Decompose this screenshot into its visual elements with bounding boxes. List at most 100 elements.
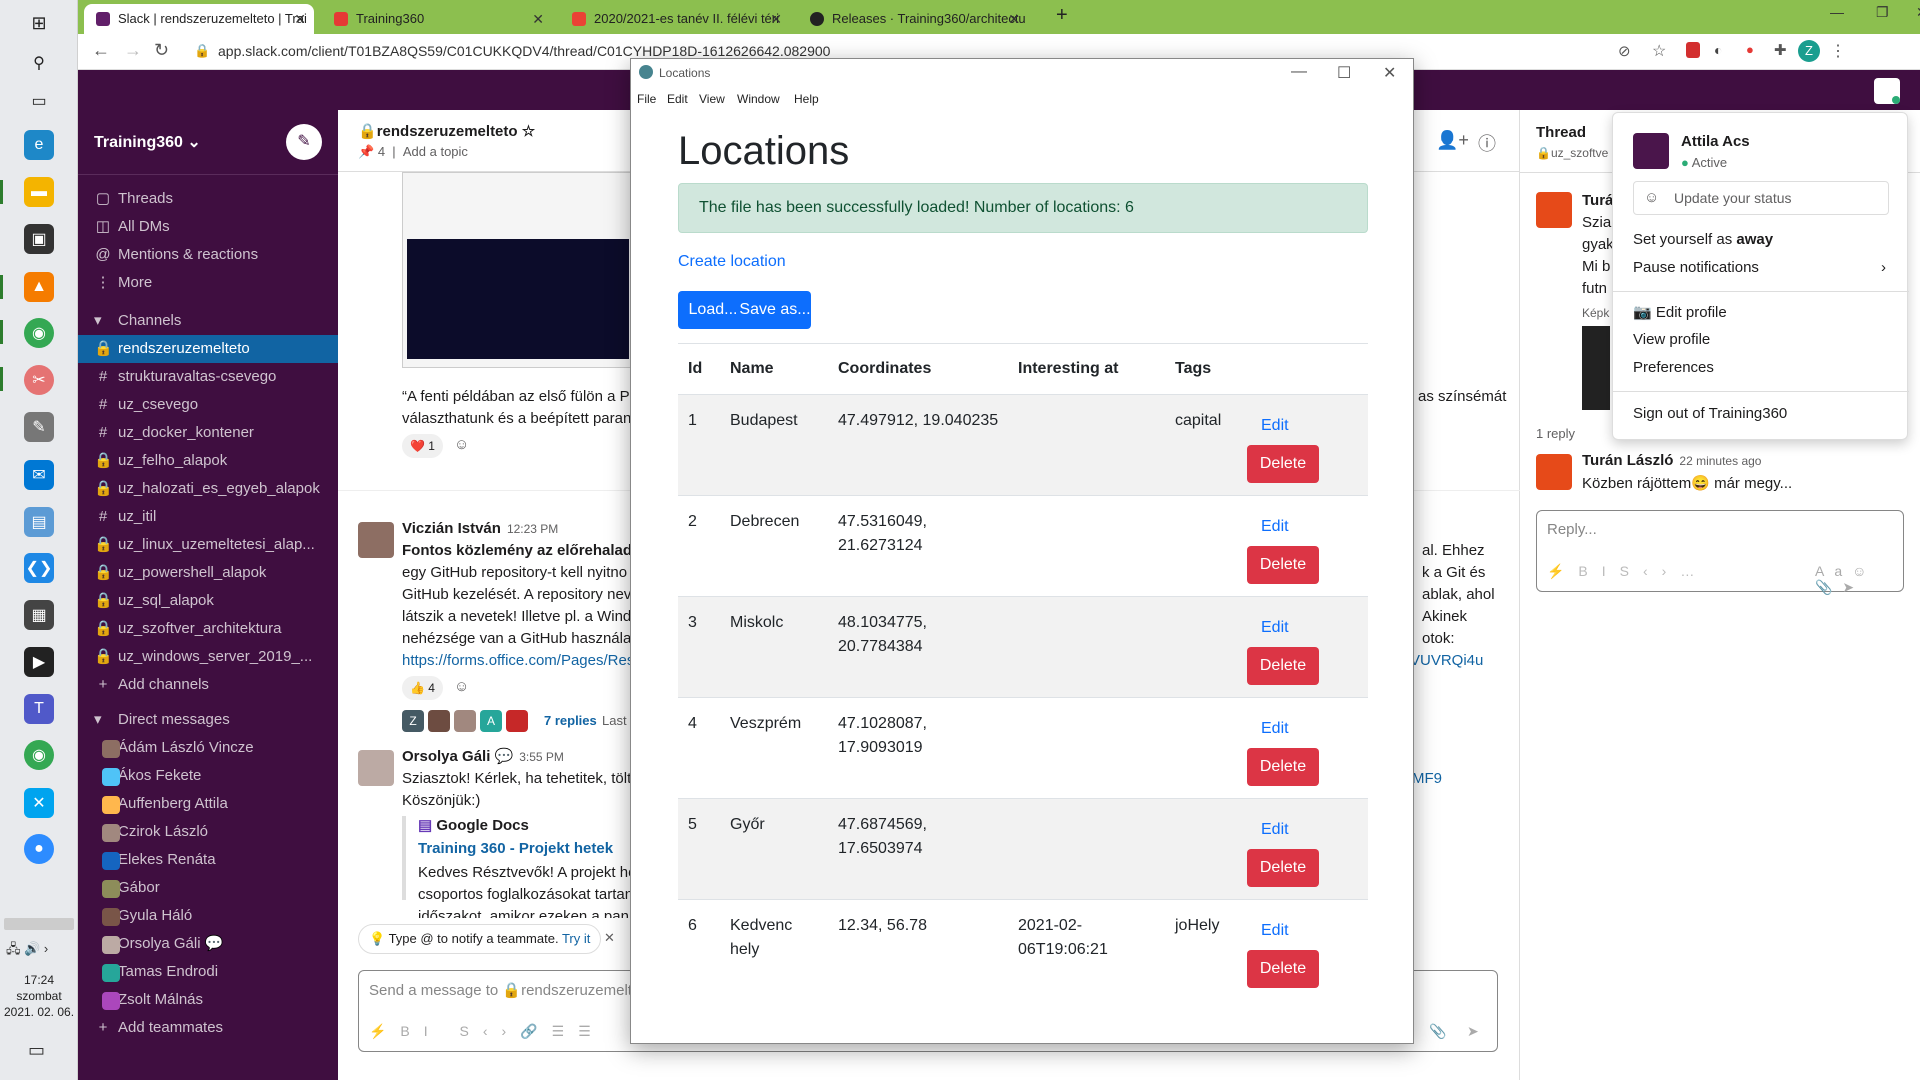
author-name[interactable]: Viczián István — [402, 520, 501, 537]
author-name[interactable]: Orsolya Gáli — [402, 748, 490, 765]
reaction-thumbs[interactable]: 👍 4 — [402, 676, 443, 700]
avatar[interactable] — [1536, 454, 1572, 490]
add-people-icon[interactable]: 👤+ — [1436, 130, 1469, 151]
details-icon[interactable]: ⓘ — [1478, 130, 1496, 156]
sidebar-dm[interactable]: Zsolt Málnás — [78, 986, 338, 1014]
sidebar-channel[interactable]: # strukturavaltas-csevego — [78, 363, 338, 391]
nav-threads[interactable]: ▢ Threads — [78, 185, 338, 213]
taskbar-scrollbar[interactable] — [4, 918, 74, 930]
reply-formatting-toolbar[interactable]: ⚡BIS‹›… — [1547, 563, 1708, 580]
sidebar-channel[interactable]: # uz_docker_kontener — [78, 419, 338, 447]
preferences-item[interactable]: Preferences — [1633, 359, 1714, 376]
set-away-item[interactable]: Set yourself as away — [1633, 231, 1773, 248]
dm-section-header[interactable]: ▾ Direct messages — [78, 706, 338, 734]
extension2-icon[interactable]: ◐ — [1714, 42, 1722, 58]
reload-icon[interactable]: ↻ — [154, 40, 169, 61]
close-tab-icon[interactable]: ✕ — [1008, 4, 1020, 34]
delete-button[interactable]: Delete — [1247, 748, 1319, 786]
tab-training360[interactable]: Training360 ✕ — [322, 4, 552, 34]
pin-count[interactable]: 4 — [378, 144, 385, 159]
menu-view[interactable]: View — [699, 92, 725, 106]
pin-icon[interactable]: 📌 — [358, 144, 374, 159]
app-icon[interactable]: ▦ — [24, 600, 54, 630]
menu-window[interactable]: Window — [737, 92, 780, 106]
channels-section-header[interactable]: ▾ Channels — [78, 307, 338, 335]
message-link[interactable]: MF9 — [1412, 768, 1442, 790]
sidebar-dm[interactable]: Gábor — [78, 874, 338, 902]
sidebar-channel[interactable]: # uz_csevego — [78, 391, 338, 419]
puzzle-icon[interactable]: ✚ — [1774, 41, 1787, 59]
notification-center-icon[interactable]: ▭ — [28, 1040, 45, 1061]
sign-out-item[interactable]: Sign out of Training360 — [1633, 405, 1787, 422]
file-explorer-icon[interactable]: ▬ — [24, 177, 54, 207]
new-tab-icon[interactable]: + — [1056, 4, 1068, 27]
tools-icon[interactable]: ✕ — [24, 788, 54, 818]
sidebar-dm[interactable]: Tamas Endrodi — [78, 958, 338, 986]
pause-notifications-item[interactable]: Pause notifications — [1633, 259, 1759, 276]
workspace-menu[interactable]: Training360 ⌄ — [94, 132, 201, 152]
pen-icon[interactable]: ✎ — [24, 412, 54, 442]
menu-kebab-icon[interactable]: ⋮ — [1830, 41, 1846, 61]
dismiss-hint-icon[interactable]: ✕ — [604, 930, 615, 946]
chrome-profile-icon[interactable]: ◉ — [24, 740, 54, 770]
close-window-icon[interactable]: ✕ — [1383, 63, 1396, 83]
vlc-icon[interactable]: ▲ — [24, 272, 54, 302]
sidebar-dm[interactable]: Gyula Háló — [78, 902, 338, 930]
delete-button[interactable]: Delete — [1247, 647, 1319, 685]
attach-icon[interactable]: 📎 — [1429, 1023, 1446, 1040]
send-icon[interactable]: ➤ — [1467, 1023, 1479, 1040]
chrome-icon[interactable]: ◉ — [24, 318, 54, 348]
sidebar-dm[interactable]: Elekes Renáta — [78, 846, 338, 874]
close-tab-icon[interactable]: ✕ — [770, 4, 782, 34]
reaction-heart[interactable]: ❤️ 1 — [402, 434, 443, 458]
menu-edit[interactable]: Edit — [667, 92, 688, 106]
thread-channel[interactable]: 🔒uz_szoftve — [1536, 146, 1608, 160]
edit-profile-item[interactable]: 📷 Edit profile — [1633, 303, 1727, 321]
windows-start-icon[interactable]: ⊞ — [24, 8, 54, 38]
sidebar-dm[interactable]: Ádám László Vincze — [78, 734, 338, 762]
message-input-placeholder[interactable]: Send a message to 🔒rendszeruzemeltet — [369, 981, 645, 999]
star-icon[interactable]: ☆ — [522, 123, 535, 140]
camera-off-icon[interactable]: ⊘ — [1618, 42, 1631, 60]
sidebar-dm[interactable]: Czirok László — [78, 818, 338, 846]
notes-icon[interactable]: ▤ — [24, 507, 54, 537]
avatar[interactable] — [1536, 192, 1572, 228]
window-titlebar[interactable]: Locations — ☐ ✕ — [631, 59, 1413, 87]
url-field[interactable]: app.slack.com/client/T01BZA8QS59/C01CUKK… — [218, 43, 830, 59]
sidebar-channel[interactable]: 🔒 uz_sql_alapok — [78, 587, 338, 615]
tab-gmail[interactable]: 2020/2021-es tanév II. félévi téri ✕ — [560, 4, 790, 34]
load-button[interactable]: Load... — [678, 291, 748, 329]
tab-slack[interactable]: Slack | rendszeruzemelteto | Trai ✕ — [84, 4, 314, 34]
compose-icon[interactable]: ✎ — [286, 124, 322, 160]
close-tab-icon[interactable]: ✕ — [532, 4, 544, 34]
edit-link[interactable]: Edit — [1261, 821, 1289, 839]
back-icon[interactable]: ← — [92, 40, 110, 61]
create-location-link[interactable]: Create location — [678, 253, 786, 271]
nav-mentions[interactable]: @ Mentions & reactions — [78, 241, 338, 269]
sidebar-channel[interactable]: 🔒 uz_szoftver_architektura — [78, 615, 338, 643]
view-profile-item[interactable]: View profile — [1633, 331, 1710, 348]
add-channels-button[interactable]: + Add channels — [78, 671, 338, 699]
store-icon[interactable]: ▣ — [24, 224, 54, 254]
message-link[interactable]: VUVRQi4u — [1410, 650, 1483, 672]
reply-actions[interactable]: Aa☺📎➤ — [1815, 563, 1903, 596]
edit-link[interactable]: Edit — [1261, 619, 1289, 637]
add-teammates-button[interactable]: + Add teammates — [78, 1014, 338, 1042]
save-as-button[interactable]: Save as... — [739, 291, 811, 329]
forward-icon[interactable]: → — [124, 40, 142, 61]
edit-link[interactable]: Edit — [1261, 922, 1289, 940]
minimize-icon[interactable]: — — [1291, 63, 1307, 81]
lock-icon[interactable]: 🔒 — [194, 43, 210, 59]
teams-icon[interactable]: T — [24, 694, 54, 724]
edit-link[interactable]: Edit — [1261, 720, 1289, 738]
add-reaction-icon[interactable]: ☺ — [454, 436, 469, 453]
snipping-icon[interactable]: ✂ — [24, 365, 54, 395]
add-reaction-icon[interactable]: ☺ — [454, 678, 469, 695]
delete-button[interactable]: Delete — [1247, 445, 1319, 483]
sidebar-channel[interactable]: 🔒 uz_windows_server_2019_... — [78, 643, 338, 671]
thread-image[interactable] — [1582, 326, 1610, 410]
timestamp[interactable]: 12:23 PM — [507, 522, 558, 536]
task-view-icon[interactable]: ▭ — [24, 86, 54, 116]
author-name[interactable]: Turán László — [1582, 452, 1673, 469]
thread-avatars[interactable]: Z A — [402, 710, 532, 734]
